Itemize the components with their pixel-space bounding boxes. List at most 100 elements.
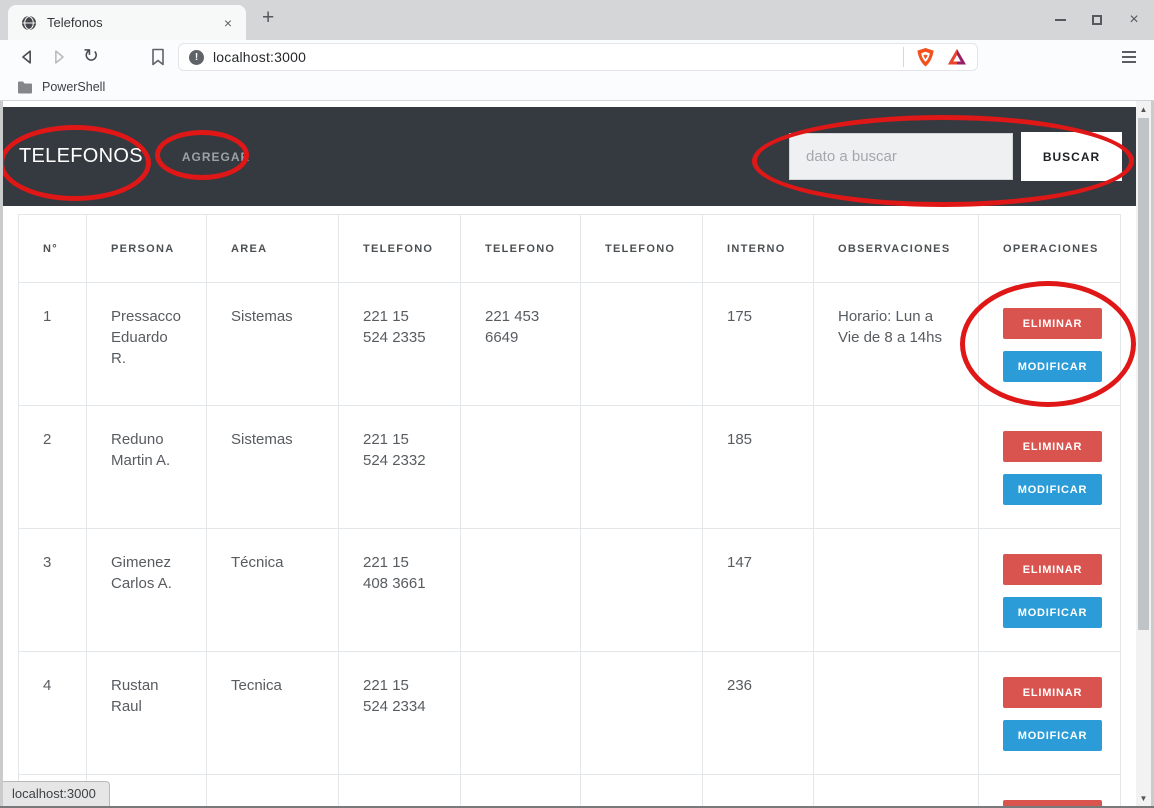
window-controls: × [1052,0,1142,40]
bookmarks-bar: PowerShell [0,74,1154,101]
scroll-up-arrow-icon[interactable]: ▲ [1136,101,1151,117]
page-content: TELEFONOS AGREGAR BUSCAR N°PERSONAAREATE… [3,101,1151,806]
reload-icon[interactable]: ↻ [79,45,103,69]
cell-operations: ELIMINAR MODIFICAR [979,529,1121,652]
table-row: 4Rustan RaulTecnica221 15 524 2334 236 ELI… [19,652,1121,775]
navbar-link-agregar[interactable]: AGREGAR [182,150,250,164]
column-header: TELEFONO [581,215,703,283]
cell-area: Técnica [207,529,339,652]
browser-titlebar: Telefonos × + × [0,0,1154,40]
cell-persona: Reduno Martin A. [87,406,207,529]
cell-tel1: 221 15 524 2332 [339,406,461,529]
cell-operations: ELIMINAR MODIFICAR [979,406,1121,529]
column-header: TELEFONO [339,215,461,283]
cell-tel2 [461,406,581,529]
delete-button[interactable]: ELIMINAR [1003,308,1102,339]
cell-tel3 [581,529,703,652]
globe-icon [21,15,37,31]
column-header: TELEFONO [461,215,581,283]
navbar-brand[interactable]: TELEFONOS [19,145,143,168]
table-row: 3Gimenez Carlos A.Técnica221 15 408 3661… [19,529,1121,652]
column-header: OPERACIONES [979,215,1121,283]
cell-area: Sistemas [207,406,339,529]
cell-tel2 [461,652,581,775]
bookmark-item-powershell[interactable]: PowerShell [42,80,105,94]
browser-toolbar: ↻ ! localhost:3000 [0,40,1154,74]
column-header: OBSERVACIONES [814,215,979,283]
cell-operations: ELIMINAR MODIFICAR [979,283,1121,406]
folder-icon [17,81,33,94]
cell-area: Sistemas [207,283,339,406]
minimize-button[interactable] [1052,12,1068,28]
column-header: AREA [207,215,339,283]
delete-button[interactable]: ELIMINAR [1003,431,1102,462]
back-arrow-icon[interactable] [15,45,39,69]
table-row: ELIMINARMODIFICAR [19,775,1121,807]
table-row: 2Reduno Martin A.Sistemas221 15 524 2332… [19,406,1121,529]
address-separator [903,47,904,67]
cell-tel1: 221 15 524 2335 [339,283,461,406]
modify-button[interactable]: MODIFICAR [1003,474,1102,505]
cell-interno: 185 [703,406,814,529]
cell-tel1: 221 15 524 2334 [339,652,461,775]
buscar-button[interactable]: BUSCAR [1021,132,1122,181]
table-header-row: N°PERSONAAREATELEFONOTELEFONOTELEFONOINT… [19,215,1121,283]
app-navbar: TELEFONOS AGREGAR BUSCAR [3,107,1136,206]
cell-tel2 [461,775,581,807]
maximize-button[interactable] [1089,12,1105,28]
cell-interno: 175 [703,283,814,406]
phone-table: N°PERSONAAREATELEFONOTELEFONOTELEFONOINT… [18,214,1121,806]
cell-interno [703,775,814,807]
table-row: 1Pressacco Eduardo R.Sistemas221 15 524 … [19,283,1121,406]
search-input[interactable] [789,133,1013,180]
cell-n: 2 [19,406,87,529]
column-header: INTERNO [703,215,814,283]
bookmark-ribbon-icon[interactable] [146,45,170,69]
scrollbar-thumb[interactable] [1138,118,1149,630]
scroll-down-arrow-icon[interactable]: ▼ [1136,790,1151,806]
brave-shield-icon[interactable] [916,47,935,68]
site-info-icon[interactable]: ! [189,50,204,65]
tab-title: Telefonos [47,15,220,30]
cell-persona: Gimenez Carlos A. [87,529,207,652]
scrollbar[interactable]: ▲ ▼ [1136,101,1151,806]
forward-arrow-icon[interactable] [47,45,71,69]
cell-persona: Pressacco Eduardo R. [87,283,207,406]
cell-tel3 [581,406,703,529]
cell-n: 3 [19,529,87,652]
new-tab-button[interactable]: + [256,6,280,30]
column-header: PERSONA [87,215,207,283]
cell-observaciones [814,406,979,529]
cell-operations: ELIMINAR MODIFICAR [979,652,1121,775]
url-text[interactable]: localhost:3000 [213,49,306,65]
cell-area [207,775,339,807]
cell-tel1: 221 15 408 3661 [339,529,461,652]
cell-n: 4 [19,652,87,775]
cell-tel2: 221 453 6649 [461,283,581,406]
delete-button[interactable]: ELIMINAR [1003,677,1102,708]
column-header: N° [19,215,87,283]
cell-tel2 [461,529,581,652]
cell-observaciones: Horario: Lun a Vie de 8 a 14hs [814,283,979,406]
status-bubble: localhost:3000 [3,781,110,806]
cell-interno: 236 [703,652,814,775]
tab-close-icon[interactable]: × [220,14,236,32]
browser-tab[interactable]: Telefonos × [8,5,246,40]
cell-operations: ELIMINARMODIFICAR [979,775,1121,807]
bat-triangle-icon[interactable] [947,48,967,66]
cell-persona: Rustan Raul [87,652,207,775]
modify-button[interactable]: MODIFICAR [1003,720,1102,751]
cell-tel3 [581,283,703,406]
modify-button[interactable]: MODIFICAR [1003,597,1102,628]
address-bar[interactable]: ! localhost:3000 [178,43,978,71]
hamburger-menu-icon[interactable] [1122,48,1140,66]
cell-interno: 147 [703,529,814,652]
cell-area: Tecnica [207,652,339,775]
delete-button[interactable]: ELIMINAR [1003,554,1102,585]
close-button[interactable]: × [1126,12,1142,28]
cell-tel3 [581,775,703,807]
cell-tel1 [339,775,461,807]
cell-n: 1 [19,283,87,406]
cell-observaciones [814,775,979,807]
modify-button[interactable]: MODIFICAR [1003,351,1102,382]
